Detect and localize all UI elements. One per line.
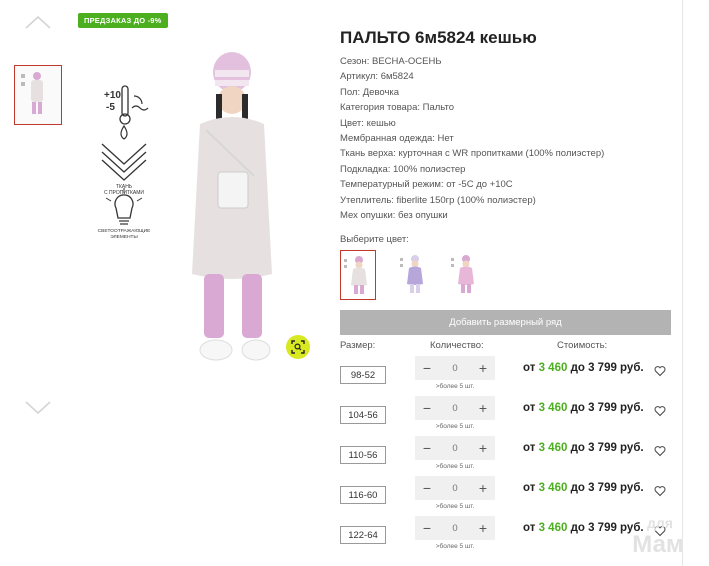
increment-button[interactable]: + (471, 356, 495, 380)
stock-availability: >более 5 шт. (435, 543, 475, 550)
quantity-value[interactable]: 0 (452, 443, 457, 454)
attr-membrane: Мембранная одежда: Нет (340, 132, 454, 144)
thermometer-icon: +10 -5 (104, 85, 149, 125)
watermark-logo: для Мам (632, 515, 683, 558)
quantity-stepper[interactable]: − 0 + (415, 396, 495, 420)
increment-button[interactable]: + (471, 476, 495, 500)
stock-availability: >более 5 шт. (435, 383, 475, 390)
attr-insulation: Утеплитель: fiberlite 150гр (100% полиэс… (340, 194, 536, 206)
quantity-stepper[interactable]: − 0 + (415, 516, 495, 540)
attr-temperature: Температурный режим: от -5С до +10С (340, 179, 513, 191)
price-range: от 3 460 до 3 799 руб. (523, 482, 644, 494)
price-min: 3 460 (538, 442, 568, 454)
price-min: 3 460 (538, 482, 568, 494)
attr-lining: Подкладка: 100% полиэстер (340, 163, 466, 175)
attr-season: Сезон: ВЕСНА-ОСЕНЬ (340, 56, 442, 67)
favorite-heart-icon[interactable] (654, 445, 666, 457)
svg-text:для: для (647, 515, 673, 531)
decrement-button[interactable]: − (415, 476, 439, 500)
quantity-value[interactable]: 0 (452, 363, 457, 374)
zoom-expand-icon (291, 340, 305, 354)
attr-article: Артикул: 6м5824 (340, 71, 414, 83)
temp-plus-label: +10 (104, 90, 121, 101)
temp-minus-label: -5 (106, 102, 115, 113)
size-row: 116-60 − 0 + >более 5 шт. от 3 460 до 3 799 р… (340, 476, 671, 516)
size-label[interactable]: 98-52 (340, 366, 386, 384)
price-from-label: от (523, 522, 536, 534)
quantity-column-header: Количество: (430, 340, 484, 351)
size-label[interactable]: 110-56 (340, 446, 386, 464)
size-row: 110-56 − 0 + >более 5 шт. от 3 460 до 3 799 р… (340, 436, 671, 476)
child-model-figure (192, 52, 272, 361)
quantity-value[interactable]: 0 (452, 403, 457, 414)
increment-button[interactable]: + (471, 396, 495, 420)
size-label[interactable]: 122-64 (340, 526, 386, 544)
decrement-button[interactable]: − (415, 436, 439, 460)
decrement-button[interactable]: − (415, 396, 439, 420)
favorite-heart-icon[interactable] (654, 405, 666, 417)
price-column-header: Стоимость: (557, 340, 608, 351)
price-from-label: от (523, 362, 536, 374)
size-label[interactable]: 104-56 (340, 406, 386, 424)
chevron-down-icon[interactable] (24, 400, 52, 416)
price-max: до 3 799 руб. (570, 362, 644, 374)
zoom-button[interactable] (286, 335, 310, 359)
favorite-heart-icon[interactable] (654, 485, 666, 497)
quantity-stepper[interactable]: − 0 + (415, 356, 495, 380)
reflective-label-line1: СВЕТООТРАЖАЮЩИЕ (98, 228, 151, 234)
price-max: до 3 799 руб. (570, 482, 644, 494)
attr-color: Цвет: кешью (340, 117, 396, 129)
attr-gender: Пол: Девочка (340, 86, 400, 98)
increment-button[interactable]: + (471, 516, 495, 540)
add-size-row-button[interactable]: Добавить размерный ряд (340, 310, 671, 335)
decrement-button[interactable]: − (415, 516, 439, 540)
reflective-label-line2: ЭЛЕМЕНТЫ (110, 234, 137, 240)
increment-button[interactable]: + (471, 436, 495, 460)
quantity-stepper[interactable]: − 0 + (415, 476, 495, 500)
price-from-label: от (523, 402, 536, 414)
size-row: 98-52 − 0 + >более 5 шт. от 3 460 до 3 799 ру… (340, 356, 671, 396)
chevron-up-icon[interactable] (24, 14, 52, 30)
svg-text:Мам: Мам (632, 531, 683, 558)
stock-availability: >более 5 шт. (435, 503, 475, 510)
decrement-button[interactable]: − (415, 356, 439, 380)
price-min: 3 460 (538, 522, 568, 534)
thumbnail-image[interactable] (14, 65, 62, 125)
price-from-label: от (523, 442, 536, 454)
favorite-heart-icon[interactable] (654, 365, 666, 377)
size-column-header: Размер: (340, 340, 376, 351)
color-swatch-cashew[interactable] (340, 250, 376, 300)
price-max: до 3 799 руб. (570, 402, 644, 414)
color-select-label: Выберите цвет: (340, 234, 409, 245)
size-label[interactable]: 116-60 (340, 486, 386, 504)
price-range: от 3 460 до 3 799 руб. (523, 402, 644, 414)
preorder-badge: ПРЕДЗАКАЗ ДО -9% (78, 13, 168, 28)
stock-availability: >более 5 шт. (435, 463, 475, 470)
product-main-image[interactable]: +10 -5 ТКАНЬ С ПРОПИТКАМИ СВЕТООТРАЖАЮЩИ… (76, 12, 316, 392)
attr-category: Категория товара: Пальто (340, 102, 455, 114)
fabric-drop-icon: ТКАНЬ С ПРОПИТКАМИ (101, 124, 147, 196)
size-row: 104-56 − 0 + >более 5 шт. от 3 460 до 3 799 р… (340, 396, 671, 436)
color-swatch-pink[interactable] (448, 250, 484, 300)
price-range: от 3 460 до 3 799 руб. (523, 362, 644, 374)
product-title: ПАЛЬТО 6м5824 кешью (340, 28, 537, 47)
price-min: 3 460 (538, 402, 568, 414)
attr-fur-trim: Мех опушки: без опушки (340, 209, 448, 221)
product-attributes: Сезон: ВЕСНА-ОСЕНЬ Артикул: 6м5824 Пол: … (340, 54, 604, 223)
quantity-stepper[interactable]: − 0 + (415, 436, 495, 460)
attr-outer-fabric: Ткань верха: курточная с WR пропитками (… (340, 148, 605, 160)
stock-availability: >более 5 шт. (435, 423, 475, 430)
quantity-value[interactable]: 0 (452, 523, 457, 534)
price-range: от 3 460 до 3 799 руб. (523, 442, 644, 454)
price-max: до 3 799 руб. (570, 442, 644, 454)
price-from-label: от (523, 482, 536, 494)
price-min: 3 460 (538, 362, 568, 374)
color-swatch-lavender[interactable] (397, 250, 433, 300)
quantity-value[interactable]: 0 (452, 483, 457, 494)
